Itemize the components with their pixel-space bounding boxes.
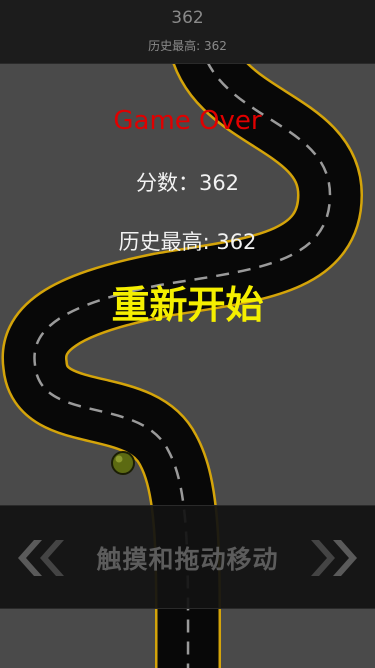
- final-best-score: 历史最高: 362: [118, 230, 257, 254]
- touch-control-panel[interactable]: 触摸和拖动移动: [0, 505, 375, 609]
- final-score: 分数：362: [135, 171, 240, 195]
- score-bar: 362 历史最高: 362: [0, 0, 375, 64]
- ball-highlight: [115, 455, 123, 463]
- best-score: 历史最高: 362: [148, 39, 227, 53]
- restart-button[interactable]: 重新开始: [90, 274, 285, 329]
- game-over-title: Game Over: [113, 106, 262, 136]
- double-chevron-right-icon: [311, 540, 357, 576]
- ball-icon[interactable]: [111, 451, 135, 475]
- current-score: 362: [171, 8, 204, 28]
